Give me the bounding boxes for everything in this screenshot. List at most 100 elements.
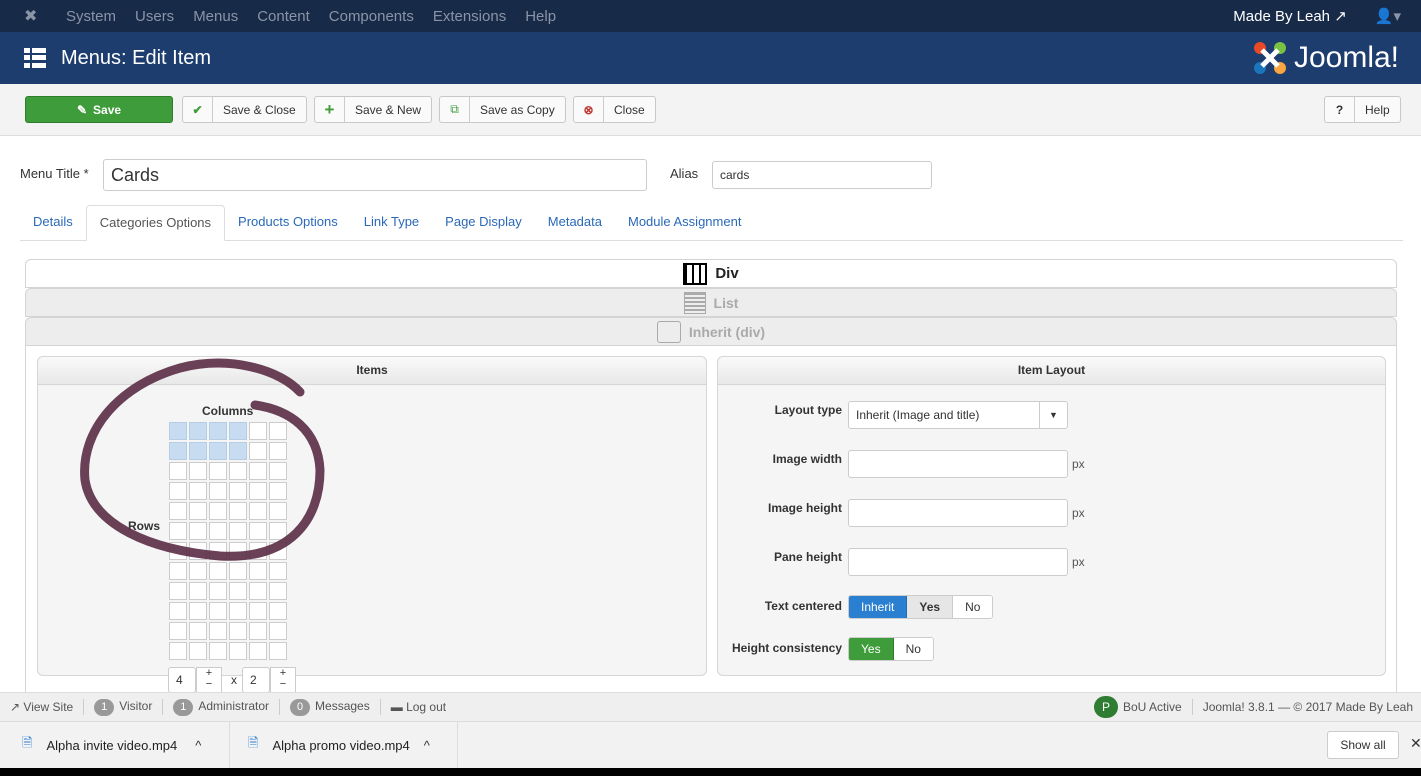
layout-type-select[interactable]: Inherit (Image and title) ▼ xyxy=(848,401,1068,429)
accordion-inherit[interactable]: Inherit (div) xyxy=(25,317,1397,346)
grid-cell[interactable] xyxy=(249,642,267,660)
tab-link-type[interactable]: Link Type xyxy=(351,205,432,241)
save-button[interactable]: ✎ Save xyxy=(25,96,173,123)
grid-cell[interactable] xyxy=(269,442,287,460)
grid-cell[interactable] xyxy=(209,522,227,540)
visitors-link[interactable]: 1 Visitor xyxy=(94,698,152,716)
logout-link[interactable]: ▬ Log out xyxy=(391,700,446,714)
grid-cell[interactable] xyxy=(169,602,187,620)
grid-cell[interactable] xyxy=(249,422,267,440)
tab-details[interactable]: Details xyxy=(20,205,86,241)
grid-cell[interactable] xyxy=(209,602,227,620)
grid-cell[interactable] xyxy=(269,562,287,580)
grid-cell[interactable] xyxy=(169,422,187,440)
rows-minus[interactable]: − xyxy=(280,678,286,690)
tab-module-assignment[interactable]: Module Assignment xyxy=(615,205,754,241)
menu-users[interactable]: Users xyxy=(135,8,174,25)
grid-cell[interactable] xyxy=(229,642,247,660)
grid-cell[interactable] xyxy=(209,622,227,640)
joomla-icon[interactable]: ✖ xyxy=(24,6,44,26)
items-grid-picker[interactable] xyxy=(169,422,287,660)
download-item[interactable]: 🗎 Alpha promo video.mp4 ^ xyxy=(230,722,458,768)
grid-cell[interactable] xyxy=(249,522,267,540)
grid-cell[interactable] xyxy=(249,442,267,460)
grid-cell[interactable] xyxy=(229,442,247,460)
grid-cell[interactable] xyxy=(209,582,227,600)
menu-content[interactable]: Content xyxy=(257,8,310,25)
grid-cell[interactable] xyxy=(169,482,187,500)
tab-categories-options[interactable]: Categories Options xyxy=(85,205,226,241)
grid-cell[interactable] xyxy=(269,482,287,500)
columns-minus[interactable]: − xyxy=(206,678,212,690)
grid-cell[interactable] xyxy=(229,542,247,560)
rows-input[interactable]: 2 xyxy=(242,667,270,693)
image-height-input[interactable] xyxy=(848,499,1068,527)
pane-height-input[interactable] xyxy=(848,548,1068,576)
messages-link[interactable]: 0 Messages xyxy=(290,698,370,716)
text-centered-no[interactable]: No xyxy=(953,596,993,618)
accordion-div[interactable]: Div xyxy=(25,259,1397,288)
grid-cell[interactable] xyxy=(249,542,267,560)
grid-cell[interactable] xyxy=(229,582,247,600)
close-downloads-icon[interactable]: ✕ xyxy=(1410,735,1421,752)
grid-cell[interactable] xyxy=(169,582,187,600)
grid-cell[interactable] xyxy=(269,642,287,660)
save-copy-button[interactable]: ⧉ Save as Copy xyxy=(439,96,566,123)
grid-cell[interactable] xyxy=(249,462,267,480)
menu-help[interactable]: Help xyxy=(525,8,556,25)
grid-cell[interactable] xyxy=(169,442,187,460)
tab-page-display[interactable]: Page Display xyxy=(432,205,535,241)
grid-cell[interactable] xyxy=(249,622,267,640)
accordion-list[interactable]: List xyxy=(25,288,1397,317)
grid-cell[interactable] xyxy=(169,462,187,480)
height-consistency-no[interactable]: No xyxy=(893,638,933,660)
grid-cell[interactable] xyxy=(269,522,287,540)
grid-cell[interactable] xyxy=(209,462,227,480)
grid-cell[interactable] xyxy=(169,502,187,520)
grid-cell[interactable] xyxy=(209,542,227,560)
menu-components[interactable]: Components xyxy=(329,8,414,25)
grid-cell[interactable] xyxy=(209,502,227,520)
grid-cell[interactable] xyxy=(209,562,227,580)
menu-extensions[interactable]: Extensions xyxy=(433,8,506,25)
grid-cell[interactable] xyxy=(189,642,207,660)
grid-cell[interactable] xyxy=(189,502,207,520)
grid-cell[interactable] xyxy=(189,482,207,500)
grid-cell[interactable] xyxy=(189,582,207,600)
height-consistency-yes[interactable]: Yes xyxy=(849,638,894,660)
help-button[interactable]: ? Help xyxy=(1324,96,1401,123)
grid-cell[interactable] xyxy=(269,542,287,560)
grid-cell[interactable] xyxy=(189,522,207,540)
grid-cell[interactable] xyxy=(189,622,207,640)
grid-cell[interactable] xyxy=(169,622,187,640)
grid-cell[interactable] xyxy=(229,602,247,620)
grid-cell[interactable] xyxy=(269,422,287,440)
grid-cell[interactable] xyxy=(229,622,247,640)
grid-cell[interactable] xyxy=(209,442,227,460)
grid-cell[interactable] xyxy=(269,622,287,640)
grid-cell[interactable] xyxy=(229,482,247,500)
save-new-button[interactable]: + Save & New xyxy=(314,96,433,123)
grid-cell[interactable] xyxy=(189,562,207,580)
grid-cell[interactable] xyxy=(189,422,207,440)
grid-cell[interactable] xyxy=(169,642,187,660)
chevron-up-icon[interactable]: ^ xyxy=(195,738,201,753)
view-site-link[interactable]: ↗ View Site xyxy=(10,700,73,714)
grid-cell[interactable] xyxy=(169,542,187,560)
grid-cell[interactable] xyxy=(229,562,247,580)
text-centered-yes[interactable]: Yes xyxy=(907,596,954,618)
show-all-button[interactable]: Show all xyxy=(1327,731,1399,759)
grid-cell[interactable] xyxy=(229,502,247,520)
columns-stepper[interactable]: + − xyxy=(196,667,222,693)
tab-products-options[interactable]: Products Options xyxy=(225,205,351,241)
text-centered-inherit[interactable]: Inherit xyxy=(849,596,908,618)
menu-title-input[interactable]: Cards xyxy=(103,159,647,191)
tab-metadata[interactable]: Metadata xyxy=(535,205,615,241)
grid-cell[interactable] xyxy=(249,582,267,600)
grid-cell[interactable] xyxy=(269,462,287,480)
grid-cell[interactable] xyxy=(249,602,267,620)
columns-input[interactable]: 4 xyxy=(168,667,196,693)
dropdown-caret-icon[interactable]: ▼ xyxy=(1039,402,1067,428)
grid-cell[interactable] xyxy=(229,462,247,480)
grid-cell[interactable] xyxy=(189,442,207,460)
